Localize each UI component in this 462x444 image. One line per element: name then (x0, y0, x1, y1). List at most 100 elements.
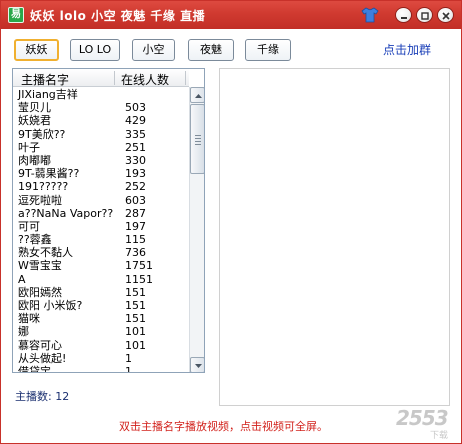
streamer-name: 从头做起! (18, 351, 67, 365)
streamer-name: a??NaNa Vapor?? (18, 206, 114, 220)
arrow-down-icon (195, 364, 202, 368)
streamer-name: 191????? (18, 180, 69, 194)
channel-button-qianyuan[interactable]: 千缘 (245, 39, 291, 61)
column-divider (185, 71, 186, 85)
list-item[interactable]: 熟女不黏人 736 (13, 246, 189, 259)
channel-button-yaoyao[interactable]: 妖妖 (14, 39, 59, 61)
list-item[interactable]: A 1151 (13, 273, 189, 286)
title-bar[interactable]: 易 妖妖 lolo 小空 夜魅 千缘 直播 (1, 1, 461, 29)
list-item[interactable]: 欧阳嫣然 151 (13, 286, 189, 299)
list-item[interactable]: JIXiang吉祥 (13, 88, 189, 101)
streamer-name: 9T美欣?? (18, 127, 66, 141)
arrow-up-icon (195, 94, 202, 98)
streamer-list[interactable]: 主播名字 在线人数 JIXiang吉祥 莹贝儿 503 妖娆君 429 9T美欣?? 335… (12, 68, 205, 373)
streamer-name: 娜 (18, 325, 29, 339)
online-count: 603 (125, 193, 146, 207)
list-item[interactable]: ??蓉鑫 115 (13, 233, 189, 246)
online-count: 151 (125, 285, 146, 299)
list-item[interactable]: 妖娆君 429 (13, 114, 189, 127)
list-item[interactable]: 逗死啦啦 603 (13, 194, 189, 207)
list-item[interactable]: 9T美欣?? 335 (13, 128, 189, 141)
online-count: 252 (125, 180, 146, 194)
online-count: 193 (125, 167, 146, 181)
streamer-name: ??蓉鑫 (18, 233, 52, 247)
online-count: 330 (125, 153, 146, 167)
window-title: 妖妖 lolo 小空 夜魅 千缘 直播 (30, 9, 206, 23)
usage-hint: 双击主播名字播放视频，点击视频可全屏。 (119, 420, 328, 433)
channel-button-lolo[interactable]: LO LO (70, 39, 120, 61)
streamer-name: 慕容可心 (18, 338, 62, 352)
vertical-scrollbar[interactable] (189, 87, 204, 372)
scroll-up-button[interactable] (190, 87, 204, 103)
list-item[interactable]: 肉嘟嘟 330 (13, 154, 189, 167)
streamer-name: W雪宝宝 (18, 259, 62, 273)
list-rows: JIXiang吉祥 莹贝儿 503 妖娆君 429 9T美欣?? 335 叶子 251 肉嘟嘟 33… (13, 88, 189, 373)
grip-line (195, 141, 201, 142)
streamer-name: A (18, 272, 26, 286)
streamer-name: 猫咪 (18, 312, 40, 326)
channel-button-yemei[interactable]: 夜魅 (188, 39, 234, 61)
streamer-name: 逗死啦啦 (18, 193, 62, 207)
channel-button-xiaokong[interactable]: 小空 (132, 39, 175, 61)
maximize-icon (421, 12, 429, 20)
online-count: 736 (125, 246, 146, 260)
close-button[interactable] (437, 7, 454, 23)
streamer-name: 莹贝儿 (18, 101, 51, 115)
online-count: 335 (125, 127, 146, 141)
list-item[interactable]: 欧阳 小米饭? 151 (13, 299, 189, 312)
join-group-link[interactable]: 点击加群 (383, 41, 431, 58)
list-item[interactable]: 莹贝儿 503 (13, 101, 189, 114)
list-item[interactable]: 9T-蒻果酱?? 193 (13, 167, 189, 180)
online-count: 1151 (125, 272, 153, 286)
list-item[interactable]: 191????? 252 (13, 180, 189, 193)
online-count: 503 (125, 101, 146, 115)
streamer-name: 妖娆君 (18, 114, 51, 128)
grip-line (195, 138, 201, 139)
host-count-label: 主播数: 12 (15, 390, 70, 403)
close-icon (442, 12, 450, 20)
skin-shirt-icon[interactable] (361, 7, 379, 23)
streamer-name: 9T-蒻果酱?? (18, 167, 80, 181)
watermark-logo: 2553 下载 (396, 406, 460, 442)
list-item[interactable]: 慕容可心 101 (13, 339, 189, 352)
list-item[interactable]: 叶子 251 (13, 141, 189, 154)
streamer-name: 可可 (18, 219, 40, 233)
streamer-name: 熟女不黏人 (18, 246, 73, 260)
online-count: 1 (125, 364, 132, 373)
online-count: 197 (125, 219, 146, 233)
list-item[interactable]: 可可 197 (13, 220, 189, 233)
list-item[interactable]: 娜 101 (13, 325, 189, 338)
online-count: 151 (125, 312, 146, 326)
app-logo-icon: 易 (8, 7, 24, 23)
column-header-online[interactable]: 在线人数 (121, 71, 169, 88)
online-count: 1751 (125, 259, 153, 273)
grip-line (195, 135, 201, 136)
video-player-area[interactable] (219, 68, 450, 406)
column-header-name[interactable]: 主播名字 (21, 71, 69, 88)
list-header: 主播名字 在线人数 (13, 69, 189, 87)
list-item[interactable]: 借贷宝 1 (13, 364, 189, 373)
minimize-button[interactable] (395, 7, 412, 23)
streamer-name: 欧阳嫣然 (18, 285, 62, 299)
streamer-name: 借贷宝 (18, 364, 51, 373)
scroll-thumb[interactable] (190, 104, 204, 174)
column-divider (114, 71, 115, 85)
maximize-button[interactable] (416, 7, 433, 23)
online-count: 429 (125, 114, 146, 128)
watermark-number: 2553 (396, 406, 449, 430)
streamer-name: 叶子 (18, 140, 40, 154)
online-count: 251 (125, 140, 146, 154)
list-item[interactable]: W雪宝宝 1751 (13, 259, 189, 272)
minimize-icon (401, 17, 407, 19)
list-item[interactable]: 从头做起! 1 (13, 352, 189, 365)
online-count: 1 (125, 351, 132, 365)
streamer-name: 肉嘟嘟 (18, 153, 51, 167)
main-window: 易 妖妖 lolo 小空 夜魅 千缘 直播 妖妖 LO LO 小空 夜魅 千缘 … (0, 0, 462, 444)
watermark-sub: 下载 (430, 431, 449, 441)
online-count: 151 (125, 299, 146, 312)
list-item[interactable]: 猫咪 151 (13, 312, 189, 325)
online-count: 287 (125, 206, 146, 220)
streamer-name: JIXiang吉祥 (18, 88, 78, 101)
list-item[interactable]: a??NaNa Vapor?? 287 (13, 207, 189, 220)
scroll-down-button[interactable] (190, 357, 204, 372)
